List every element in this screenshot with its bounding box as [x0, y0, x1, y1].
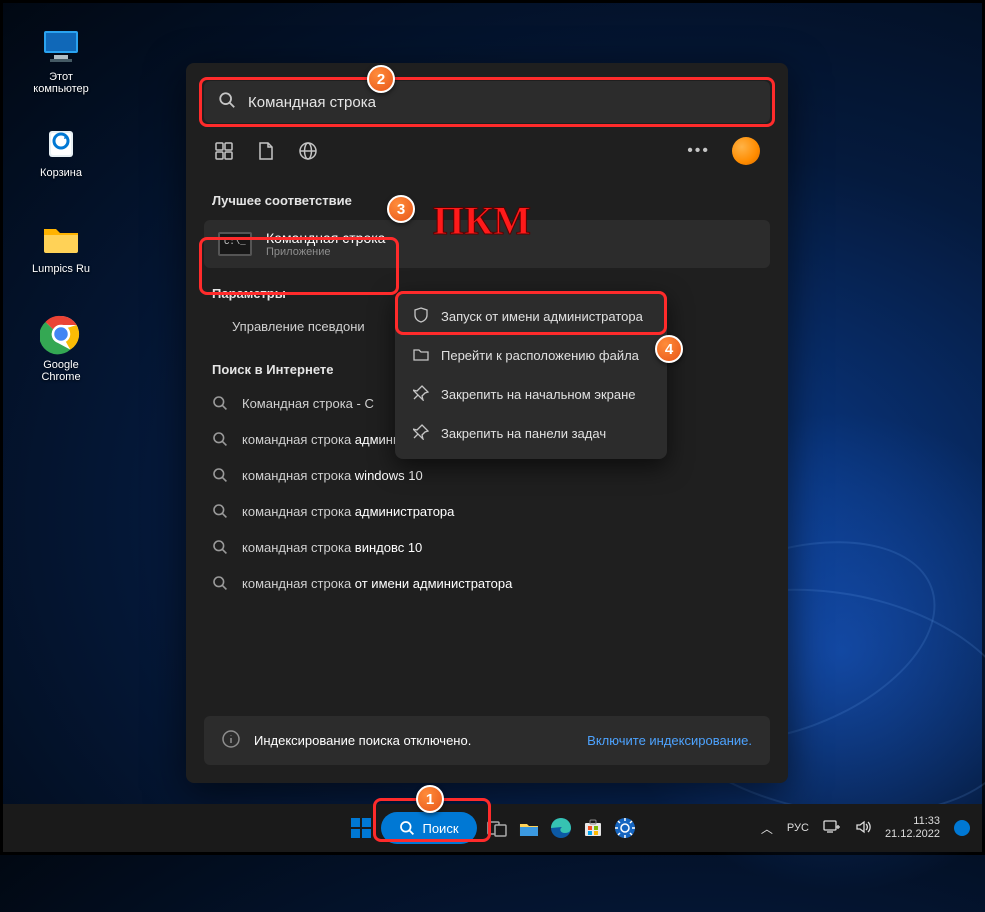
- clock[interactable]: 11:33 21.12.2022: [885, 815, 940, 841]
- web-suggestion[interactable]: командная строка windows 10: [200, 457, 774, 493]
- enable-indexing-link[interactable]: Включите индексирование.: [587, 733, 752, 748]
- web-suggestion[interactable]: командная строка администратора: [200, 493, 774, 529]
- desktop-icon-folder[interactable]: Lumpics Ru: [21, 217, 101, 275]
- index-disabled-text: Индексирование поиска отключено.: [254, 733, 471, 748]
- context-menu: Запуск от имени администратора Перейти к…: [395, 291, 667, 459]
- best-match-title: Командная строка: [266, 230, 385, 246]
- time: 11:33: [885, 815, 940, 828]
- tray-chevron-icon[interactable]: ︿: [761, 820, 773, 837]
- best-match-subtitle: Приложение: [266, 246, 385, 258]
- web-suggestion[interactable]: командная строка от имени администратора: [200, 565, 774, 601]
- info-icon: [222, 730, 240, 751]
- recycle-icon: [40, 121, 82, 163]
- search-input[interactable]: [248, 94, 756, 111]
- network-icon[interactable]: [823, 819, 841, 838]
- explorer-icon[interactable]: [517, 816, 541, 840]
- desktop-icon-label: Корзина: [21, 167, 101, 179]
- edge-icon[interactable]: [549, 816, 573, 840]
- ctx-run-as-admin[interactable]: Запуск от имени администратора: [401, 297, 661, 336]
- user-avatar[interactable]: [732, 137, 760, 165]
- ctx-pin-start[interactable]: Закрепить на начальном экране: [401, 375, 661, 414]
- taskbar: Поиск ︿ РУС 11:33 21.12.2022: [3, 804, 982, 852]
- desktop-icon-label: Google Chrome: [21, 359, 101, 383]
- language-indicator[interactable]: РУС: [787, 822, 809, 834]
- ctx-label: Запуск от имени администратора: [441, 309, 643, 324]
- apps-filter-icon[interactable]: [214, 141, 234, 161]
- search-box[interactable]: [204, 81, 770, 123]
- monitor-icon: [40, 25, 82, 67]
- desktop-icon-this-pc[interactable]: Этот компьютер: [21, 25, 101, 95]
- ctx-open-location[interactable]: Перейти к расположению файла: [401, 336, 661, 375]
- start-button[interactable]: [348, 816, 372, 840]
- filter-row: •••: [186, 123, 788, 175]
- folder-icon: [40, 217, 82, 259]
- pin-icon: [413, 424, 429, 443]
- cmd-icon: C:\_: [218, 232, 252, 256]
- chrome-icon: [40, 313, 82, 355]
- section-best-match: Лучшее соответствие: [186, 175, 788, 216]
- ctx-pin-taskbar[interactable]: Закрепить на панели задач: [401, 414, 661, 453]
- notification-badge[interactable]: [954, 820, 970, 836]
- web-filter-icon[interactable]: [298, 141, 318, 161]
- taskbar-search-label: Поиск: [422, 821, 458, 836]
- desktop-icon-label: Этот компьютер: [21, 71, 101, 95]
- desktop-icon-chrome[interactable]: Google Chrome: [21, 313, 101, 383]
- settings-icon[interactable]: [613, 816, 637, 840]
- volume-icon[interactable]: [855, 819, 871, 838]
- ctx-label: Перейти к расположению файла: [441, 348, 639, 363]
- ctx-label: Закрепить на панели задач: [441, 426, 606, 441]
- store-icon[interactable]: [581, 816, 605, 840]
- pin-icon: [413, 385, 429, 404]
- search-icon: [218, 91, 236, 114]
- ctx-label: Закрепить на начальном экране: [441, 387, 636, 402]
- documents-filter-icon[interactable]: [256, 141, 276, 161]
- desktop-icon-recycle-bin[interactable]: Корзина: [21, 121, 101, 179]
- shield-icon: [413, 307, 429, 326]
- indexing-bar: Индексирование поиска отключено. Включит…: [204, 716, 770, 765]
- date: 21.12.2022: [885, 828, 940, 841]
- more-icon[interactable]: •••: [687, 142, 710, 160]
- taskbar-search[interactable]: Поиск: [380, 812, 476, 844]
- desktop-icon-label: Lumpics Ru: [21, 263, 101, 275]
- web-suggestion[interactable]: командная строка виндовс 10: [200, 529, 774, 565]
- best-match-result[interactable]: C:\_ Командная строка Приложение: [204, 220, 770, 268]
- task-view-icon[interactable]: [485, 816, 509, 840]
- folder-open-icon: [413, 346, 429, 365]
